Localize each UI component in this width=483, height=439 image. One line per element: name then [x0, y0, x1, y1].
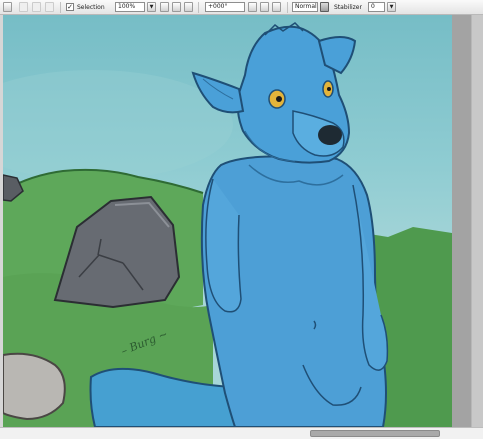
blend-mode-dropdown-button[interactable] — [320, 2, 329, 12]
rotate-reset-button[interactable] — [272, 2, 281, 12]
tool-button-4[interactable] — [45, 2, 54, 12]
artwork: – Burg ~ — [3, 22, 452, 427]
rotate-right-button[interactable] — [260, 2, 269, 12]
stabilizer-field[interactable]: 0 — [368, 2, 385, 12]
selection-label: Selection — [77, 4, 105, 11]
horizontal-scrollbar-thumb[interactable] — [310, 430, 440, 437]
horizontal-scrollbar[interactable] — [0, 427, 483, 439]
selection-checkbox[interactable]: ✓ — [66, 3, 74, 11]
tool-button-1[interactable] — [3, 2, 12, 12]
toolbar-separator — [60, 2, 61, 13]
side-panel — [452, 15, 471, 427]
tool-button-2[interactable] — [19, 2, 28, 12]
dropdown-arrow-icon: ▼ — [149, 4, 154, 10]
wolf-pupil-left — [276, 96, 282, 102]
stabilizer-dropdown-button[interactable]: ▼ — [387, 2, 396, 12]
zoom-dropdown-button[interactable]: ▼ — [147, 2, 156, 12]
blend-mode-field[interactable]: Normal — [292, 2, 318, 12]
tool-button-3[interactable] — [32, 2, 41, 12]
toolbar-separator — [198, 2, 199, 13]
toolbar-separator — [287, 2, 288, 13]
drawing-canvas[interactable]: – Burg ~ — [3, 15, 452, 427]
zoom-out-button[interactable] — [160, 2, 169, 12]
zoom-in-button[interactable] — [172, 2, 181, 12]
rotate-left-button[interactable] — [248, 2, 257, 12]
angle-field[interactable]: +000° — [205, 2, 245, 12]
fit-window-button[interactable] — [184, 2, 193, 12]
wolf-pupil-right — [327, 87, 331, 91]
stabilizer-label: Stabilizer — [334, 4, 362, 11]
wolf-nose — [318, 125, 342, 145]
dropdown-arrow-icon: ▼ — [389, 4, 394, 10]
toolbar: ✓ Selection 100% ▼ +000° Normal Stabiliz… — [0, 0, 483, 15]
zoom-field[interactable]: 100% — [115, 2, 145, 12]
vertical-scrollbar[interactable] — [471, 15, 483, 427]
checkmark-icon: ✓ — [67, 3, 73, 11]
